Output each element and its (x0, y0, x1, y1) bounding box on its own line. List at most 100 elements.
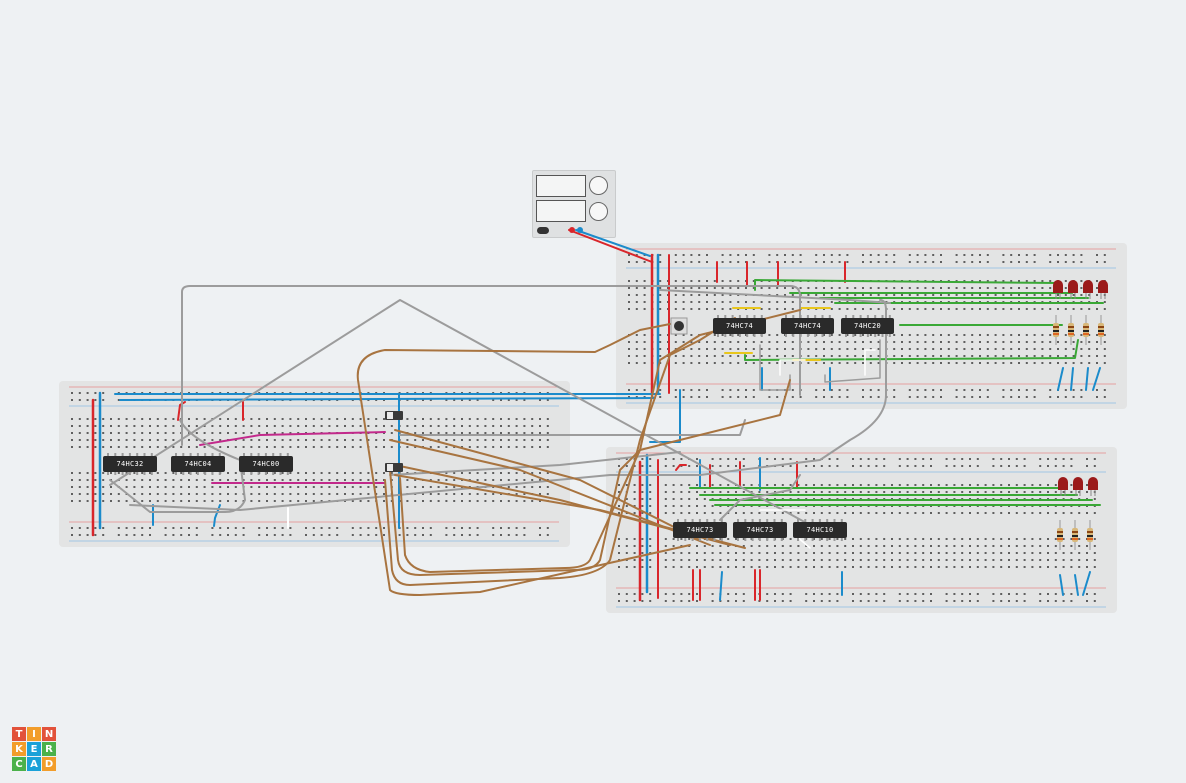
wire-blue (1074, 574, 1079, 596)
chip-pin (677, 538, 679, 541)
led (1058, 477, 1068, 490)
chip-pin (189, 472, 192, 475)
resistor-band (1057, 531, 1063, 533)
chip-pin (758, 538, 761, 541)
chip-pin (833, 538, 836, 541)
chip-pin (821, 334, 824, 337)
chip-pin (814, 334, 817, 337)
led (1053, 280, 1063, 293)
chip-74hc20[interactable]: 74HC20 (841, 318, 894, 334)
chip-pin (845, 334, 847, 337)
chip-pin (713, 538, 716, 541)
slide-switch-knob (387, 464, 393, 471)
chip-pin (804, 538, 807, 541)
chip-pin (182, 472, 185, 475)
chip-pin (744, 538, 747, 541)
resistor-band (1083, 326, 1089, 328)
logo-letter: C (12, 757, 26, 771)
chip-pin (257, 472, 260, 475)
chip-74hc73-b[interactable]: 74HC73 (733, 522, 787, 538)
chip-pin (806, 334, 809, 337)
chip-pin (797, 538, 799, 541)
chip-pin (840, 538, 843, 541)
chip-pin (121, 472, 124, 475)
resistor-band (1053, 330, 1059, 332)
resistor-band (1087, 538, 1093, 540)
chip-pin (881, 334, 884, 337)
resistor-band (1072, 531, 1078, 533)
chip-74hc04[interactable]: 74HC04 (171, 456, 225, 472)
chip-pin (720, 538, 723, 541)
chip-pin (136, 472, 139, 475)
chip-74hc10[interactable]: 74HC10 (793, 522, 847, 538)
chip-pin (724, 334, 727, 337)
chip-pin (107, 472, 109, 475)
chip-pin (738, 334, 741, 337)
chip-pin (773, 538, 776, 541)
led (1068, 280, 1078, 293)
chip-pin (211, 472, 214, 475)
resistor-band (1068, 330, 1074, 332)
chip-pin (751, 538, 754, 541)
chip-pin (811, 538, 814, 541)
chip-pin (250, 472, 253, 475)
circuit-canvas[interactable] (0, 0, 1186, 783)
wire-rail-blue (119, 397, 656, 401)
resistor-band (1087, 531, 1093, 533)
chip-pin (799, 334, 802, 337)
chip-74hc74-b[interactable]: 74HC74 (781, 318, 834, 334)
resistor-band (1057, 535, 1063, 537)
chip-74hc00[interactable]: 74HC00 (239, 456, 293, 472)
resistor-band (1098, 326, 1104, 328)
wire-brown (389, 439, 711, 546)
logo-letter: T (12, 727, 26, 741)
resistor-band (1068, 333, 1074, 335)
chip-pin (785, 334, 787, 337)
wire-blue (1085, 367, 1089, 391)
wire-gray (399, 419, 746, 436)
wire-power-red (568, 229, 653, 263)
wire-gray (759, 344, 791, 391)
chip-pin (279, 472, 282, 475)
chip-74hc73-a[interactable]: 74HC73 (673, 522, 727, 538)
wire-blue (1070, 367, 1074, 391)
chip-pin (684, 538, 687, 541)
wire-blue (1092, 367, 1101, 391)
wire-blue (1057, 367, 1064, 391)
tinkercad-logo[interactable]: T I N K E R C A D (12, 727, 56, 771)
wire-power-blue (575, 229, 651, 257)
wire-blue (1059, 574, 1064, 596)
wire-blue (1082, 571, 1091, 596)
chip-pin (888, 334, 891, 337)
chip-pin (792, 334, 795, 337)
chip-pin (143, 472, 146, 475)
resistor-band (1072, 535, 1078, 537)
wires[interactable] (91, 229, 1104, 602)
wire-blue (719, 571, 723, 601)
logo-letter: E (27, 742, 41, 756)
chip-pin (717, 334, 719, 337)
chip-74hc74-a[interactable]: 74HC74 (713, 318, 766, 334)
chip-pin (286, 472, 289, 475)
chip-pin (731, 334, 734, 337)
logo-letter: R (42, 742, 56, 756)
resistor-band (1098, 333, 1104, 335)
wire-gray (659, 289, 891, 304)
chip-pin (818, 538, 821, 541)
resistor-band (1087, 535, 1093, 537)
chip-pin (691, 538, 694, 541)
chip-pin (859, 334, 862, 337)
chip-pin (204, 472, 207, 475)
chip-pin (196, 472, 199, 475)
wire-gray (824, 339, 881, 383)
chip-pin (698, 538, 701, 541)
logo-letter: I (27, 727, 41, 741)
chip-pin (114, 472, 117, 475)
led (1088, 477, 1098, 490)
chip-74hc32[interactable]: 74HC32 (103, 456, 157, 472)
chip-pin (746, 334, 749, 337)
chip-pin (706, 538, 709, 541)
chip-pin (760, 334, 763, 337)
chip-pin (737, 538, 739, 541)
wire-green (744, 339, 1079, 361)
